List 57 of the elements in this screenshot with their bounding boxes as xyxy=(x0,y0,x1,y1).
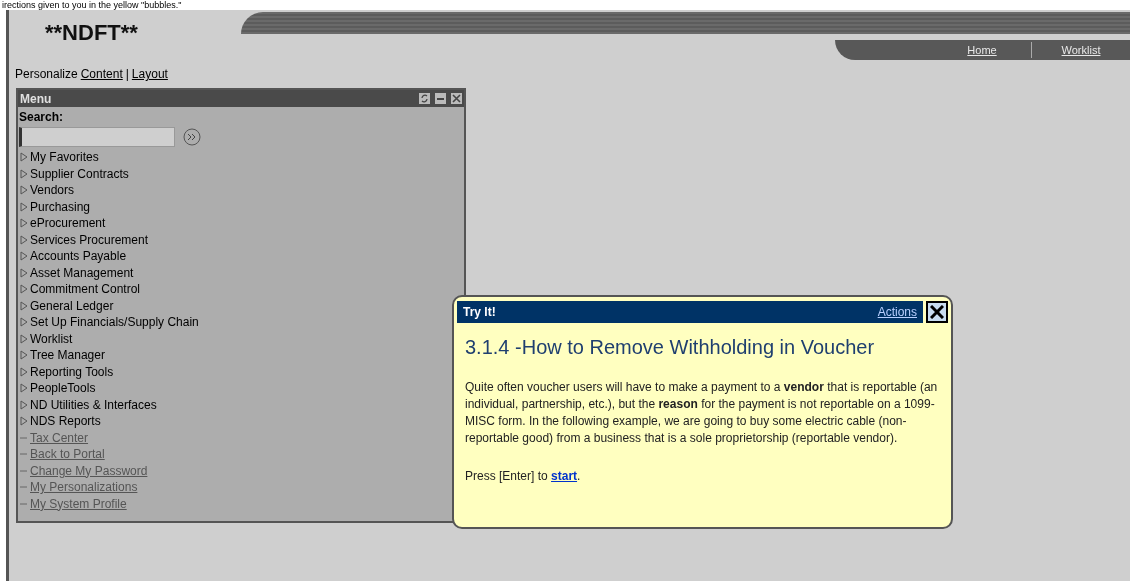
menu-folder[interactable]: My Favorites xyxy=(30,150,99,165)
bubble-body: Quite often voucher users will have to make a payment to a vendor that is reportable (an individual, partnership, etc.), but the reason for the payment is not reportable on a 1099-MISC form. In the following example, we are going to buy some electric cable (non-reportable good) from a business that is a sole proprietorship (reportable vendor). xyxy=(464,379,939,447)
bubble-title: 3.1.4 -How to Remove Withholding in Voucher xyxy=(464,335,876,359)
menu-folder[interactable]: General Ledger xyxy=(30,298,114,313)
expand-arrow-icon xyxy=(20,366,28,377)
menu-title: Menu xyxy=(20,90,53,108)
expand-arrow-icon xyxy=(20,267,28,278)
menu-folder[interactable]: Purchasing xyxy=(30,199,91,214)
menu-folder[interactable]: Asset Management xyxy=(30,265,134,280)
expand-arrow-icon xyxy=(20,399,28,410)
expand-arrow-icon xyxy=(20,218,28,229)
menu-folder[interactable]: Set Up Financials/Supply Chain xyxy=(30,315,199,330)
menu-folder[interactable]: Accounts Payable xyxy=(30,249,127,264)
expand-arrow-icon xyxy=(20,350,28,361)
expand-arrow-icon xyxy=(20,333,28,344)
nav-link[interactable]: Home xyxy=(933,41,1031,59)
expand-arrow-icon xyxy=(20,152,28,163)
expand-arrow-icon xyxy=(20,300,28,311)
expand-arrow-icon xyxy=(20,416,28,427)
close-icon xyxy=(930,305,944,319)
personalize-link[interactable]: Layout xyxy=(131,65,168,83)
menu-folder[interactable]: eProcurement xyxy=(30,216,106,231)
menu-folder[interactable]: NDS Reports xyxy=(30,414,101,429)
menu-folder[interactable]: Vendors xyxy=(30,183,75,198)
expand-arrow-icon xyxy=(20,201,28,212)
caption-text: irections given to you in the yellow "bubbles." xyxy=(1,0,183,10)
bubble-header-title: Try It! xyxy=(463,304,497,321)
search-label: Search: xyxy=(19,110,65,124)
menu-folder[interactable]: Services Procurement xyxy=(30,232,149,247)
expand-arrow-icon xyxy=(20,234,28,245)
menu-folder[interactable]: PeopleTools xyxy=(30,381,96,396)
actions-link[interactable]: Actions xyxy=(877,303,917,321)
prompt-text: Press [Enter] to xyxy=(465,468,549,484)
personalize-label: Personalize xyxy=(15,66,78,83)
menu-folder[interactable]: Reporting Tools xyxy=(30,364,114,379)
expand-arrow-icon xyxy=(20,185,28,196)
refresh-icon[interactable] xyxy=(419,93,430,104)
menu-folder[interactable]: Commitment Control xyxy=(30,282,141,297)
search-go-icon[interactable] xyxy=(183,128,201,146)
nav-link[interactable]: Worklist xyxy=(1032,41,1130,59)
expand-arrow-icon xyxy=(20,284,28,295)
menu-folder[interactable]: Worklist xyxy=(30,331,73,346)
close-button[interactable] xyxy=(926,301,948,323)
menu-folder[interactable]: Tree Manager xyxy=(30,348,105,363)
expand-arrow-icon xyxy=(20,383,28,394)
prompt-end: . xyxy=(577,468,581,484)
menu-folder[interactable]: ND Utilities & Interfaces xyxy=(30,397,157,412)
search-field[interactable] xyxy=(19,127,175,147)
menu-folder[interactable]: Supplier Contracts xyxy=(30,166,129,181)
close-icon[interactable] xyxy=(451,93,462,104)
minimize-icon[interactable] xyxy=(435,93,446,104)
separator-text: | xyxy=(125,66,129,83)
logo-text: **NDFT** xyxy=(45,20,138,46)
expand-arrow-icon xyxy=(20,251,28,262)
expand-arrow-icon xyxy=(20,317,28,328)
expand-arrow-icon xyxy=(20,168,28,179)
personalize-link[interactable]: Content xyxy=(80,65,123,83)
